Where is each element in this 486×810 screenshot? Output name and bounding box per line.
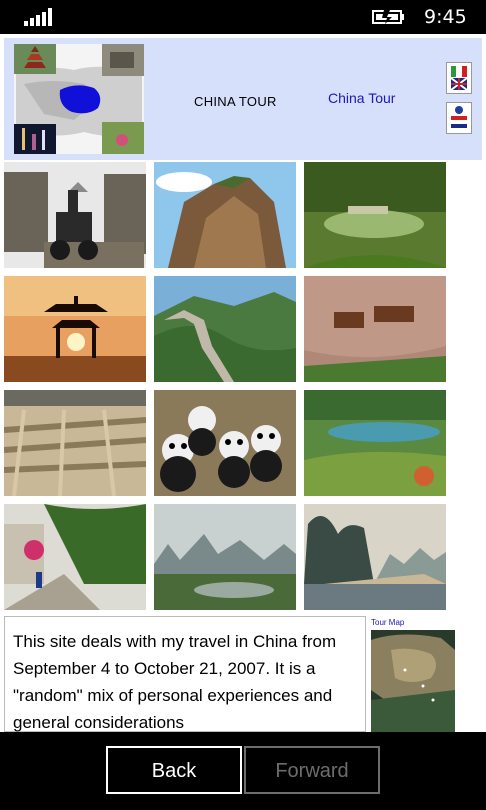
great-wall-graphic	[154, 276, 296, 382]
cannon-fortress-graphic	[4, 162, 146, 268]
china-collage-image[interactable]	[14, 44, 144, 154]
photo-hanging-temple[interactable]	[304, 276, 446, 382]
photo-village-path[interactable]	[4, 504, 146, 610]
garden-pond-graphic	[304, 162, 446, 268]
china-tour-link[interactable]: China Tour	[328, 90, 395, 106]
status-bar: 9:45	[0, 0, 486, 34]
italian-flag-icon[interactable]	[446, 62, 472, 94]
tour-map-image[interactable]	[371, 630, 455, 732]
photo-rock-cliff[interactable]	[154, 162, 296, 268]
rock-cliff-graphic	[154, 162, 296, 268]
forward-button[interactable]: Forward	[244, 746, 380, 794]
signal-strength-icon	[24, 8, 52, 26]
karst-river-graphic	[154, 504, 296, 610]
italian-uk-flag-graphic	[450, 66, 468, 91]
photo-karst-river[interactable]	[154, 504, 296, 610]
clock: 9:45	[424, 6, 467, 28]
photo-terracotta-army[interactable]	[4, 390, 146, 496]
lake-valley-graphic	[304, 390, 446, 496]
pagoda-sunset-graphic	[4, 276, 146, 382]
photo-pandas[interactable]	[154, 390, 296, 496]
hanging-temple-graphic	[304, 276, 446, 382]
site-header: CHINA TOUR China Tour	[4, 38, 482, 160]
photo-garden-pond[interactable]	[304, 162, 446, 268]
battery-charging-icon	[372, 10, 404, 24]
tour-map-label: Tour Map	[371, 618, 405, 627]
web-view[interactable]: CHINA TOUR China Tour This site deals wi…	[0, 34, 486, 732]
tour-map-graphic	[371, 630, 455, 732]
photo-cannon-fortress[interactable]	[4, 162, 146, 268]
intro-text-box: This site deals with my travel in China …	[4, 616, 366, 732]
navigation-bar: Back Forward	[0, 732, 486, 810]
photo-grid	[4, 162, 448, 610]
photo-pagoda-sunset[interactable]	[4, 276, 146, 382]
photo-great-wall[interactable]	[154, 276, 296, 382]
language-flag-icon[interactable]	[446, 102, 472, 134]
language-flags-graphic	[451, 106, 467, 128]
photo-karst-peaks[interactable]	[304, 504, 446, 610]
karst-peaks-graphic	[304, 504, 446, 610]
pandas-graphic	[154, 390, 296, 496]
page-title: CHINA TOUR	[194, 94, 277, 109]
intro-paragraph: This site deals with my travel in China …	[13, 632, 337, 732]
back-button[interactable]: Back	[106, 746, 242, 794]
village-path-graphic	[4, 504, 146, 610]
terracotta-army-graphic	[4, 390, 146, 496]
photo-lake-valley[interactable]	[304, 390, 446, 496]
china-map-collage-graphic	[14, 44, 144, 154]
